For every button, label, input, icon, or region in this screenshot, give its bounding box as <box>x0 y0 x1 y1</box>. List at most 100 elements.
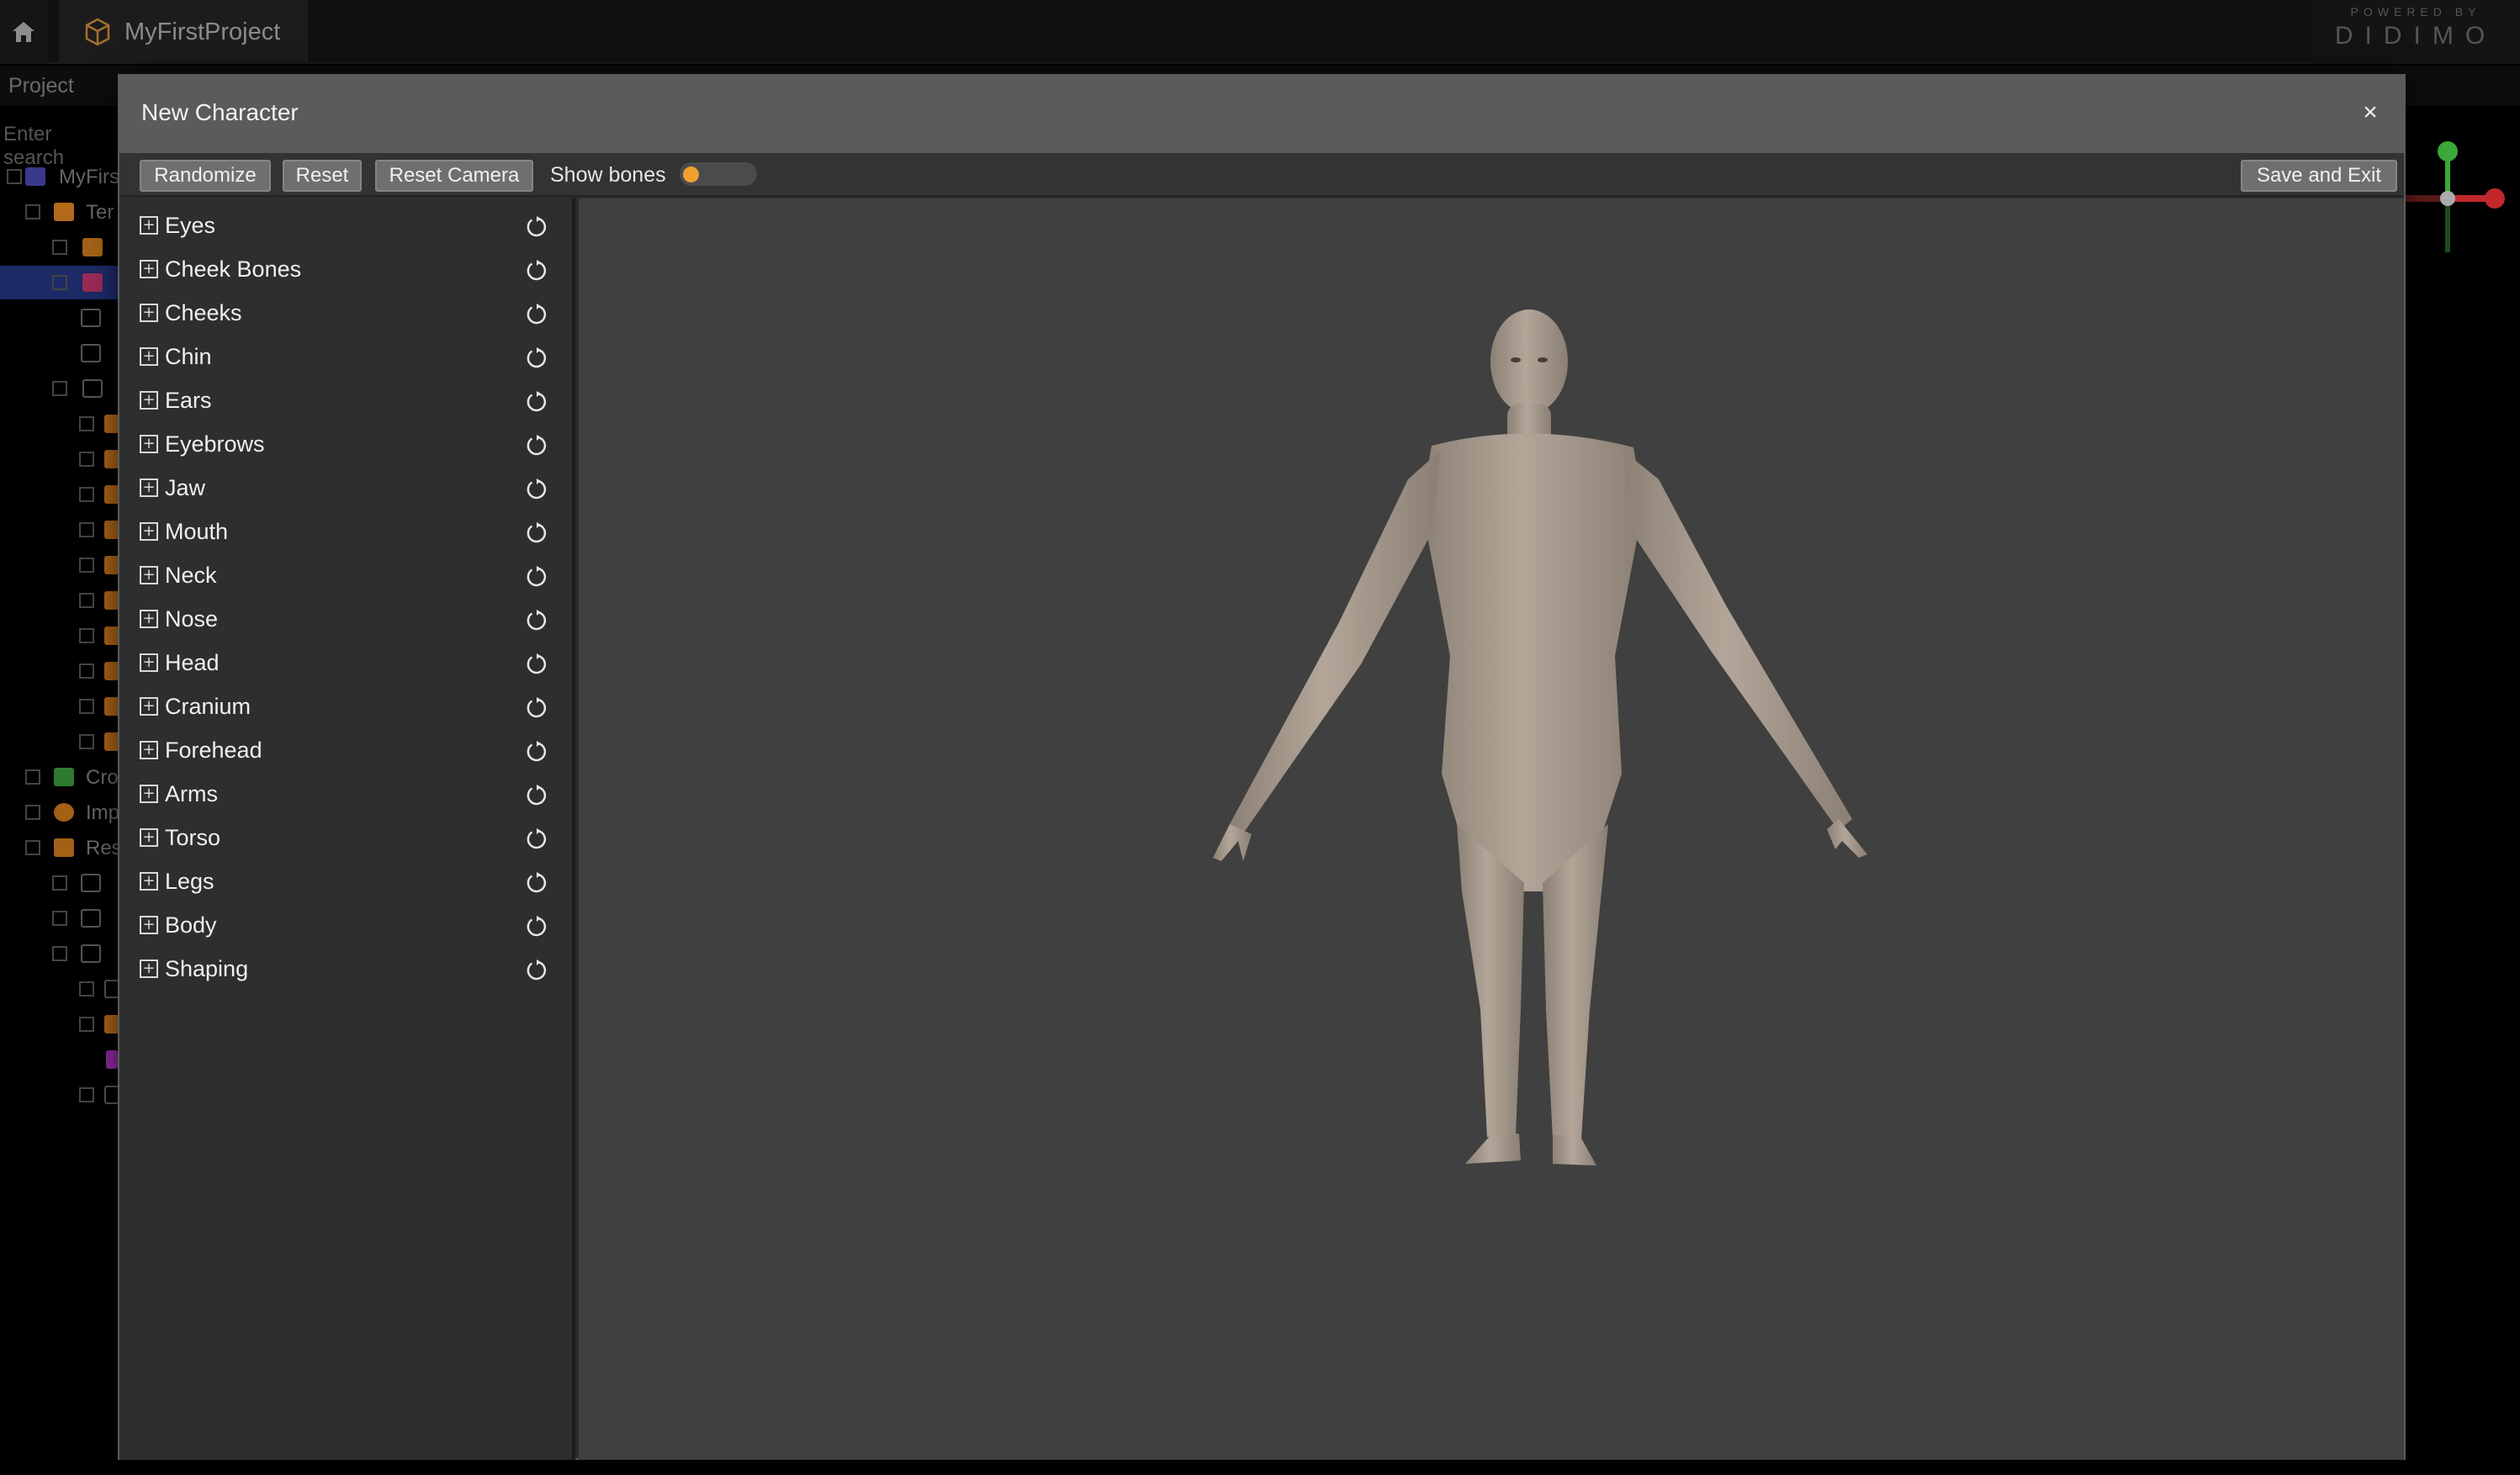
plus-square-icon[interactable]: + <box>140 653 158 672</box>
plus-square-icon[interactable]: + <box>140 828 158 847</box>
expand-icon[interactable] <box>25 805 40 820</box>
expand-icon[interactable] <box>79 558 94 573</box>
plus-square-icon[interactable]: + <box>140 566 158 584</box>
refresh-icon[interactable] <box>527 435 548 457</box>
category-row-mouth[interactable]: + Mouth <box>119 508 572 552</box>
character-viewport[interactable] <box>579 198 2404 1460</box>
category-row-jaw[interactable]: + Jaw <box>119 464 572 508</box>
collapse-icon[interactable] <box>52 381 67 396</box>
category-row-neck[interactable]: + Neck <box>119 552 572 595</box>
refresh-icon[interactable] <box>527 260 548 282</box>
randomize-button[interactable]: Randomize <box>140 160 271 192</box>
refresh-icon[interactable] <box>527 610 548 632</box>
reset-button[interactable]: Reset <box>283 160 362 192</box>
close-icon[interactable]: × <box>2353 96 2387 130</box>
expand-icon[interactable] <box>52 911 67 926</box>
collapse-icon[interactable] <box>25 840 40 855</box>
category-row-ears[interactable]: + Ears <box>119 377 572 420</box>
plus-square-icon[interactable]: + <box>140 697 158 716</box>
expand-icon[interactable] <box>52 275 67 290</box>
collapse-icon[interactable] <box>52 946 67 961</box>
plus-square-icon[interactable]: + <box>140 347 158 366</box>
expand-icon[interactable] <box>79 981 94 997</box>
refresh-icon[interactable] <box>527 566 548 588</box>
refresh-icon[interactable] <box>527 304 548 325</box>
reset-camera-button[interactable]: Reset Camera <box>375 160 533 192</box>
expand-icon[interactable] <box>79 699 94 714</box>
show-bones-toggle[interactable] <box>680 162 757 186</box>
category-row-eyes[interactable]: + Eyes <box>119 202 572 246</box>
expand-icon[interactable] <box>79 452 94 467</box>
category-row-forehead[interactable]: + Forehead <box>119 727 572 770</box>
plus-square-icon[interactable]: + <box>140 216 158 235</box>
gizmo-y-handle[interactable] <box>2438 141 2458 161</box>
resources-icon <box>54 838 74 857</box>
category-row-head[interactable]: + Head <box>119 639 572 683</box>
project-tab[interactable]: MyFirstProject <box>59 0 308 64</box>
folder-icon <box>81 944 101 963</box>
category-row-torso[interactable]: + Torso <box>119 814 572 858</box>
plus-square-icon[interactable]: + <box>140 610 158 628</box>
asset-icon <box>82 273 103 292</box>
refresh-icon[interactable] <box>527 347 548 369</box>
model-left-foot <box>1465 1134 1521 1164</box>
plus-square-icon[interactable]: + <box>140 522 158 541</box>
refresh-icon[interactable] <box>527 697 548 719</box>
category-row-shaping[interactable]: + Shaping <box>119 945 572 989</box>
refresh-icon[interactable] <box>527 916 548 938</box>
expand-icon[interactable] <box>25 769 40 785</box>
category-row-cheek-bones[interactable]: + Cheek Bones <box>119 246 572 289</box>
category-row-eyebrows[interactable]: + Eyebrows <box>119 420 572 464</box>
refresh-icon[interactable] <box>527 216 548 238</box>
gizmo-x-handle[interactable] <box>2485 188 2505 209</box>
plus-square-icon[interactable]: + <box>140 741 158 759</box>
refresh-icon[interactable] <box>527 478 548 500</box>
home-button[interactable] <box>0 0 47 64</box>
expand-icon[interactable] <box>79 663 94 679</box>
expand-icon[interactable] <box>79 416 94 431</box>
category-row-cheeks[interactable]: + Cheeks <box>119 289 572 333</box>
expand-icon[interactable] <box>79 1087 94 1102</box>
refresh-icon[interactable] <box>527 785 548 806</box>
plus-square-icon[interactable]: + <box>140 916 158 934</box>
expand-icon[interactable] <box>79 734 94 749</box>
category-row-legs[interactable]: + Legs <box>119 858 572 901</box>
gizmo-center[interactable] <box>2440 191 2455 206</box>
category-row-cranium[interactable]: + Cranium <box>119 683 572 727</box>
model-eye-left <box>1511 357 1521 362</box>
expand-icon[interactable] <box>52 875 67 891</box>
category-label: Nose <box>165 606 219 632</box>
import-icon <box>54 803 74 822</box>
search-input[interactable]: Enter search <box>0 118 118 169</box>
plus-square-icon[interactable]: + <box>140 391 158 410</box>
refresh-icon[interactable] <box>527 741 548 763</box>
plus-square-icon[interactable]: + <box>140 435 158 453</box>
axis-gizmo[interactable] <box>2406 126 2520 278</box>
collapse-icon[interactable] <box>25 204 40 219</box>
expand-icon[interactable] <box>79 522 94 537</box>
expand-icon[interactable] <box>79 628 94 643</box>
category-label: Mouth <box>165 519 229 544</box>
refresh-icon[interactable] <box>527 522 548 544</box>
category-row-nose[interactable]: + Nose <box>119 595 572 639</box>
category-row-arms[interactable]: + Arms <box>119 770 572 814</box>
category-row-chin[interactable]: + Chin <box>119 333 572 377</box>
category-row-body[interactable]: + Body <box>119 901 572 945</box>
expand-icon[interactable] <box>79 593 94 608</box>
save-and-exit-button[interactable]: Save and Exit <box>2241 160 2397 192</box>
refresh-icon[interactable] <box>527 391 548 413</box>
expand-icon[interactable] <box>79 1017 94 1032</box>
refresh-icon[interactable] <box>527 872 548 894</box>
plus-square-icon[interactable]: + <box>140 872 158 891</box>
collapse-icon[interactable] <box>7 169 22 184</box>
refresh-icon[interactable] <box>527 828 548 850</box>
expand-icon[interactable] <box>52 240 67 255</box>
refresh-icon[interactable] <box>527 960 548 981</box>
plus-square-icon[interactable]: + <box>140 785 158 803</box>
expand-icon[interactable] <box>79 487 94 502</box>
plus-square-icon[interactable]: + <box>140 478 158 497</box>
plus-square-icon[interactable]: + <box>140 260 158 278</box>
refresh-icon[interactable] <box>527 653 548 675</box>
plus-square-icon[interactable]: + <box>140 960 158 978</box>
plus-square-icon[interactable]: + <box>140 304 158 322</box>
